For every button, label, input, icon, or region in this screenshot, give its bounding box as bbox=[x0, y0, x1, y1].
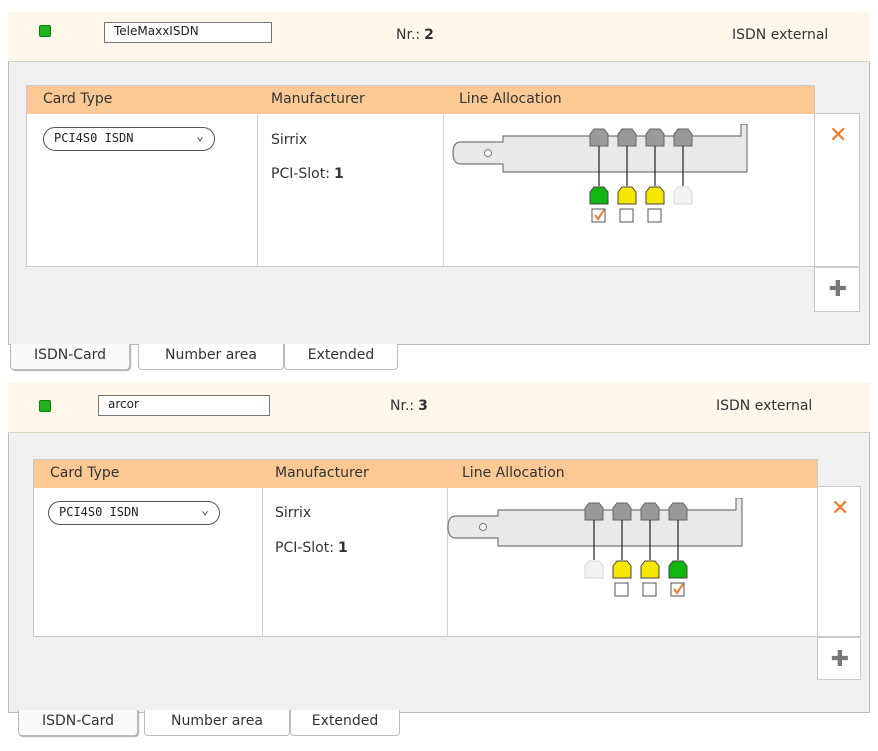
nr-value: 2 bbox=[424, 27, 434, 43]
card-table: Card Type Manufacturer Line Allocation P… bbox=[33, 459, 818, 637]
delete-card-icon[interactable]: ✕ bbox=[829, 125, 847, 147]
add-card-box: ✚ bbox=[814, 267, 860, 312]
tab-isdn-card[interactable]: ISDN-Card bbox=[18, 710, 138, 736]
header-card-type: Card Type bbox=[50, 465, 120, 481]
tab-number-area[interactable]: Number area bbox=[144, 710, 290, 736]
table-header-row: Card Type Manufacturer Line Allocation bbox=[34, 460, 817, 488]
line-port-checkbox-4[interactable] bbox=[670, 582, 685, 597]
trunk-name-input[interactable]: arcor bbox=[98, 395, 270, 416]
delete-card-icon[interactable]: ✕ bbox=[831, 498, 849, 520]
pci-slot: PCI-Slot: 1 bbox=[275, 540, 348, 556]
header-line-allocation: Line Allocation bbox=[459, 91, 562, 107]
card-type-select[interactable]: PCI4S0 ISDN ⌄ bbox=[48, 501, 220, 525]
action-column: ✕ bbox=[817, 486, 861, 637]
line-port-checkbox-2[interactable] bbox=[619, 208, 634, 223]
trunk-panel-2: arcor Nr.: 3 ISDN external Card Type Manu… bbox=[8, 383, 870, 751]
pci-slot-label: PCI-Slot: bbox=[275, 540, 334, 556]
tab-number-area[interactable]: Number area bbox=[138, 344, 284, 370]
action-column: ✕ bbox=[814, 113, 860, 267]
nr-value: 3 bbox=[418, 398, 428, 414]
line-allocation-card bbox=[452, 124, 748, 223]
header-manufacturer: Manufacturer bbox=[275, 465, 369, 481]
line-type-label: ISDN external bbox=[732, 27, 829, 43]
trunk-panel-1: TeleMaxxISDN Nr.: 2 ISDN external Card Ty… bbox=[8, 12, 870, 372]
status-led bbox=[39, 25, 51, 37]
panel-header: arcor Nr.: 3 ISDN external bbox=[8, 383, 870, 433]
tab-isdn-card[interactable]: ISDN-Card bbox=[10, 344, 130, 370]
cell-divider bbox=[443, 114, 444, 266]
nr-label: Nr.: bbox=[396, 27, 421, 43]
line-port-checkbox-2[interactable] bbox=[614, 582, 629, 597]
manufacturer-value: Sirrix bbox=[275, 505, 312, 521]
line-allocation-card bbox=[447, 498, 743, 597]
add-card-button[interactable]: ✚ bbox=[829, 649, 851, 671]
trunk-number: Nr.: 3 bbox=[390, 398, 428, 414]
tab-extended[interactable]: Extended bbox=[284, 344, 398, 370]
panel-header: TeleMaxxISDN Nr.: 2 ISDN external bbox=[8, 12, 870, 62]
chevron-down-icon: ⌄ bbox=[201, 503, 209, 518]
nr-label: Nr.: bbox=[390, 398, 415, 414]
line-port-checkbox-1[interactable] bbox=[591, 208, 606, 223]
tab-extended[interactable]: Extended bbox=[290, 710, 400, 736]
line-port-checkbox-3[interactable] bbox=[642, 582, 657, 597]
pci-slot-value: 1 bbox=[337, 540, 348, 556]
trunk-number: Nr.: 2 bbox=[396, 27, 434, 43]
cell-divider bbox=[262, 488, 263, 636]
status-led bbox=[39, 400, 51, 412]
line-type-label: ISDN external bbox=[716, 398, 813, 414]
add-card-box: ✚ bbox=[817, 637, 861, 680]
chevron-down-icon: ⌄ bbox=[196, 129, 204, 144]
header-card-type: Card Type bbox=[43, 91, 113, 107]
card-table: Card Type Manufacturer Line Allocation P… bbox=[26, 85, 815, 267]
table-header-row: Card Type Manufacturer Line Allocation bbox=[27, 86, 814, 114]
manufacturer-value: Sirrix bbox=[271, 132, 308, 148]
card-type-value: PCI4S0 ISDN bbox=[54, 131, 134, 145]
cell-divider bbox=[257, 114, 258, 266]
header-manufacturer: Manufacturer bbox=[271, 91, 365, 107]
header-line-allocation: Line Allocation bbox=[462, 465, 565, 481]
pci-slot: PCI-Slot: 1 bbox=[271, 166, 344, 182]
line-port-checkbox-3[interactable] bbox=[647, 208, 662, 223]
add-card-button[interactable]: ✚ bbox=[827, 279, 849, 301]
pci-slot-label: PCI-Slot: bbox=[271, 166, 330, 182]
card-type-select[interactable]: PCI4S0 ISDN ⌄ bbox=[43, 127, 215, 151]
trunk-name-input[interactable]: TeleMaxxISDN bbox=[104, 22, 272, 43]
pci-slot-value: 1 bbox=[333, 166, 344, 182]
card-type-value: PCI4S0 ISDN bbox=[59, 505, 139, 519]
